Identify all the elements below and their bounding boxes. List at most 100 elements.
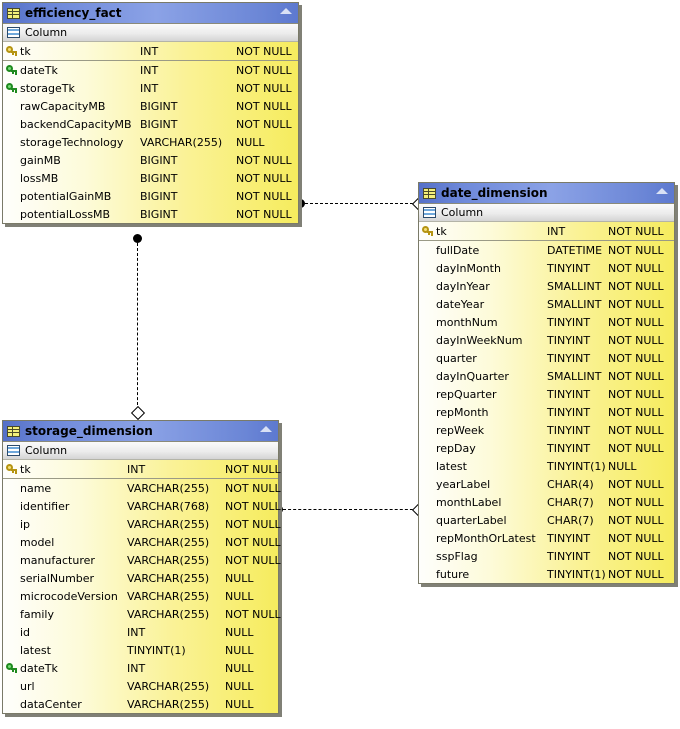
column-row[interactable]: name VARCHAR(255) NOT NULL <box>3 479 281 497</box>
column-key-slot <box>3 82 20 94</box>
column-name: manufacturer <box>20 553 95 567</box>
column-row[interactable]: lossMB BIGINT NOT NULL <box>3 169 298 187</box>
column-row[interactable]: dayInMonth TINYINT NOT NULL <box>419 259 674 277</box>
column-name: dayInWeekNum <box>436 333 523 347</box>
column-name: yearLabel <box>436 477 491 491</box>
column-name: identifier <box>20 499 70 513</box>
table-title-bar[interactable]: efficiency_fact <box>3 3 298 24</box>
column-row[interactable]: tk INT NOT NULL <box>3 42 298 61</box>
column-name: gainMB <box>20 153 61 167</box>
gold-key-icon <box>6 45 17 57</box>
column-type: CHAR(4) <box>547 477 594 491</box>
column-row[interactable]: tk INT NOT NULL <box>3 460 281 479</box>
column-nullability: NOT NULL <box>236 117 292 131</box>
column-nullability: NOT NULL <box>608 477 664 491</box>
column-row[interactable]: storageTechnology VARCHAR(255) NULL <box>3 133 298 151</box>
column-row[interactable]: fullDate DATETIME NOT NULL <box>419 241 674 259</box>
column-nullability: NOT NULL <box>236 189 292 203</box>
er-diagram-canvas: { "diagram": { "type": "entity-relations… <box>0 0 680 729</box>
column-nullability: NULL <box>225 589 254 603</box>
column-type: VARCHAR(255) <box>140 135 223 149</box>
column-type: SMALLINT <box>547 297 602 311</box>
column-nullability: NOT NULL <box>608 441 664 455</box>
column-row[interactable]: repDay TINYINT NOT NULL <box>419 439 674 457</box>
column-name: quarter <box>436 351 477 365</box>
table-efficiency-fact[interactable]: efficiency_fact Column tk INT NOT NULL date… <box>2 2 299 224</box>
column-row[interactable]: quarter TINYINT NOT NULL <box>419 349 674 367</box>
column-row[interactable]: dateTk INT NOT NULL <box>3 61 298 79</box>
column-name: dateTk <box>20 63 58 77</box>
table-storage-dimension[interactable]: storage_dimension Column tk INT NOT NULL na… <box>2 420 281 714</box>
table-title-bar[interactable]: date_dimension <box>419 183 674 204</box>
table-date-dimension[interactable]: date_dimension Column tk INT NOT NULL fullD… <box>418 182 675 584</box>
column-nullability: NOT NULL <box>225 517 281 531</box>
column-type: INT <box>140 63 159 77</box>
column-name: dateTk <box>20 661 58 675</box>
column-section-header: Column <box>3 442 278 460</box>
column-row[interactable]: microcodeVersion VARCHAR(255) NULL <box>3 587 278 605</box>
column-row[interactable]: yearLabel CHAR(4) NOT NULL <box>419 475 674 493</box>
collapse-triangle-icon[interactable] <box>260 426 272 432</box>
column-row[interactable]: gainMB BIGINT NOT NULL <box>3 151 298 169</box>
column-type: BIGINT <box>140 99 178 113</box>
column-row[interactable]: family VARCHAR(255) NOT NULL <box>3 605 281 623</box>
column-row[interactable]: dayInYear SMALLINT NOT NULL <box>419 277 674 295</box>
column-row[interactable]: latest TINYINT(1) NULL <box>419 457 674 475</box>
column-type: VARCHAR(255) <box>127 589 210 603</box>
column-nullability: NOT NULL <box>225 499 281 513</box>
column-name: tk <box>20 44 31 58</box>
column-row[interactable]: ip VARCHAR(255) NOT NULL <box>3 515 281 533</box>
column-name: url <box>20 679 35 693</box>
column-row[interactable]: future TINYINT(1) NOT NULL <box>419 565 674 583</box>
column-type: INT <box>127 625 146 639</box>
column-key-slot <box>3 662 20 674</box>
column-row[interactable]: potentialGainMB BIGINT NOT NULL <box>3 187 298 205</box>
column-type: BIGINT <box>140 117 178 131</box>
column-nullability: NOT NULL <box>608 351 664 365</box>
table-title-bar[interactable]: storage_dimension <box>3 421 278 442</box>
column-type: VARCHAR(255) <box>127 535 210 549</box>
column-nullability: NOT NULL <box>608 243 664 257</box>
column-row[interactable]: dayInWeekNum TINYINT NOT NULL <box>419 331 674 349</box>
column-name: repMonthOrLatest <box>436 531 536 545</box>
column-nullability: NOT NULL <box>608 387 664 401</box>
column-nullability: NOT NULL <box>225 462 281 476</box>
column-row[interactable]: id INT NULL <box>3 623 278 641</box>
column-row[interactable]: quarterLabel CHAR(7) NOT NULL <box>419 511 674 529</box>
column-row[interactable]: repWeek TINYINT NOT NULL <box>419 421 674 439</box>
column-row[interactable]: dayInQuarter SMALLINT NOT NULL <box>419 367 674 385</box>
column-row[interactable]: dataCenter VARCHAR(255) NULL <box>3 695 278 713</box>
column-row[interactable]: model VARCHAR(255) NOT NULL <box>3 533 281 551</box>
column-row[interactable]: potentialLossMB BIGINT NOT NULL <box>3 205 298 223</box>
column-type: TINYINT <box>547 441 591 455</box>
column-row[interactable]: rawCapacityMB BIGINT NOT NULL <box>3 97 298 115</box>
collapse-triangle-icon[interactable] <box>280 8 292 14</box>
column-row[interactable]: backendCapacityMB BIGINT NOT NULL <box>3 115 298 133</box>
column-row[interactable]: dateYear SMALLINT NOT NULL <box>419 295 674 313</box>
collapse-triangle-icon[interactable] <box>656 188 668 194</box>
key-stem <box>11 667 17 673</box>
column-row[interactable]: repMonth TINYINT NOT NULL <box>419 403 674 421</box>
column-type: INT <box>140 44 159 58</box>
column-row[interactable]: monthLabel CHAR(7) NOT NULL <box>419 493 674 511</box>
column-list: tk INT NOT NULL fullDate DATETIME NOT NULL day… <box>419 222 674 583</box>
column-row[interactable]: repQuarter TINYINT NOT NULL <box>419 385 674 403</box>
column-row[interactable]: tk INT NOT NULL <box>419 222 674 241</box>
column-row[interactable]: sspFlag TINYINT NOT NULL <box>419 547 674 565</box>
relationship-line <box>305 203 418 204</box>
column-row[interactable]: serialNumber VARCHAR(255) NULL <box>3 569 278 587</box>
table-icon <box>7 425 20 437</box>
column-nullability: NULL <box>225 697 254 711</box>
columns-icon <box>7 27 20 38</box>
column-row[interactable]: latest TINYINT(1) NULL <box>3 641 278 659</box>
column-nullability: NOT NULL <box>236 63 292 77</box>
column-row[interactable]: identifier VARCHAR(768) NOT NULL <box>3 497 281 515</box>
column-row[interactable]: repMonthOrLatest TINYINT NOT NULL <box>419 529 674 547</box>
column-type: SMALLINT <box>547 369 602 383</box>
column-type: TINYINT <box>547 405 591 419</box>
column-row[interactable]: storageTk INT NOT NULL <box>3 79 298 97</box>
column-row[interactable]: dateTk INT NULL <box>3 659 278 677</box>
column-row[interactable]: monthNum TINYINT NOT NULL <box>419 313 674 331</box>
column-row[interactable]: url VARCHAR(255) NULL <box>3 677 278 695</box>
column-row[interactable]: manufacturer VARCHAR(255) NOT NULL <box>3 551 281 569</box>
